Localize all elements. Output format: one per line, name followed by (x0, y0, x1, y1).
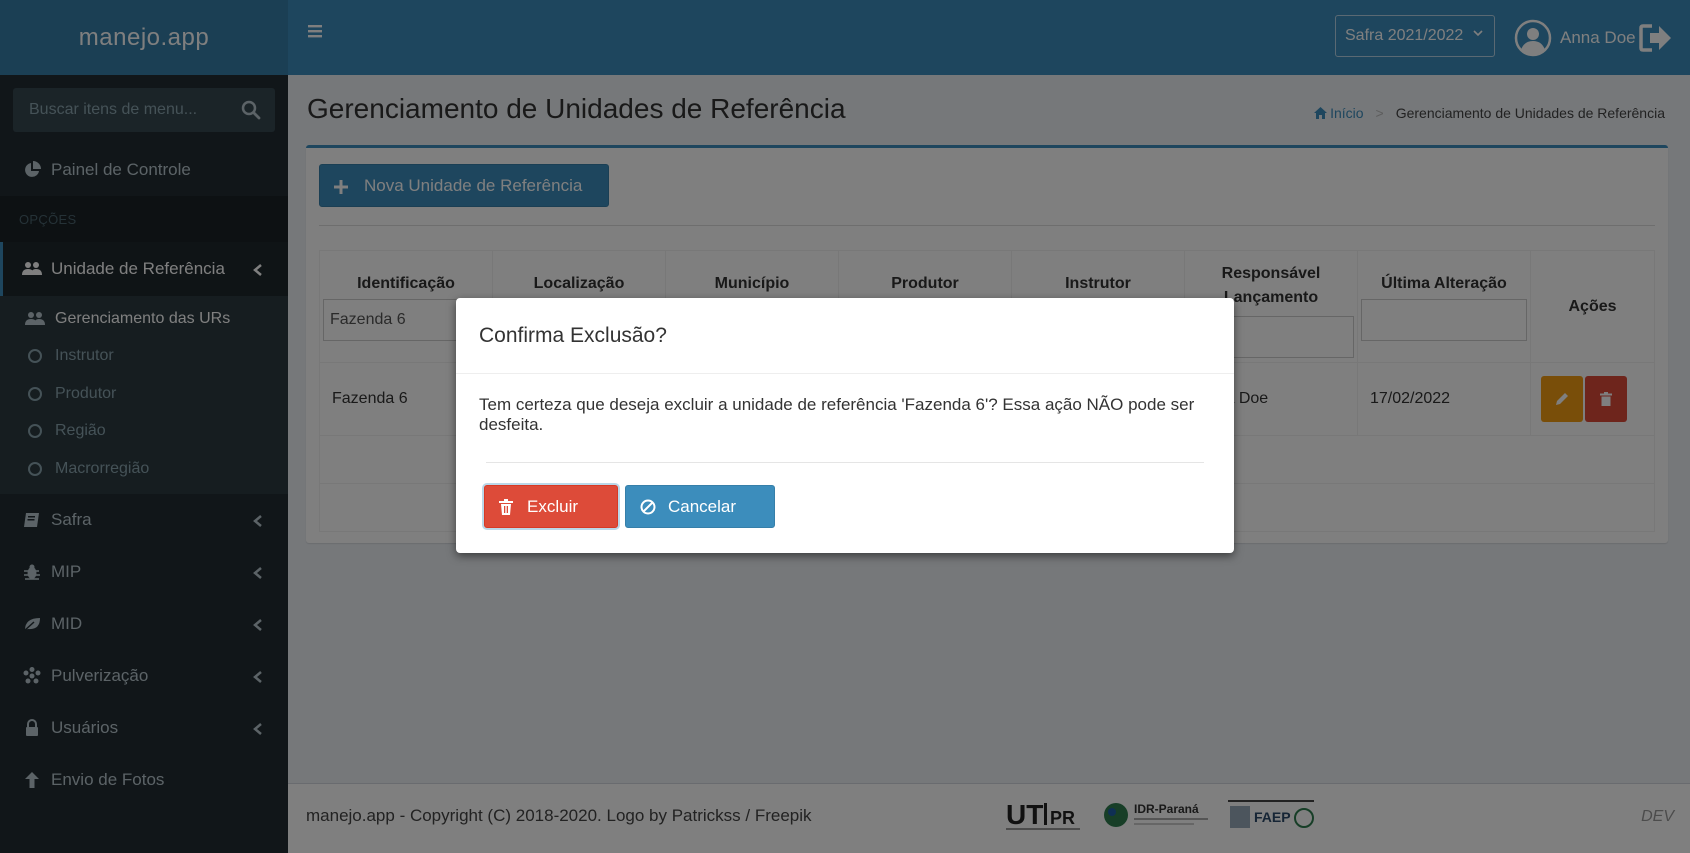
cancel-button[interactable]: Cancelar (625, 485, 775, 528)
ban-icon (640, 499, 656, 515)
modal-divider (486, 462, 1204, 463)
confirm-delete-dialog: Confirma Exclusão? Tem certeza que desej… (456, 298, 1234, 553)
confirm-delete-button[interactable]: Excluir (484, 485, 618, 528)
cancel-label: Cancelar (668, 496, 737, 516)
modal-actions: Excluir Cancelar (484, 485, 775, 528)
modal-title: Confirma Exclusão? (456, 298, 1234, 374)
modal-message: Tem certeza que deseja excluir a unidade… (479, 395, 1195, 434)
trash-icon (499, 498, 515, 515)
confirm-delete-label: Excluir (527, 496, 579, 516)
